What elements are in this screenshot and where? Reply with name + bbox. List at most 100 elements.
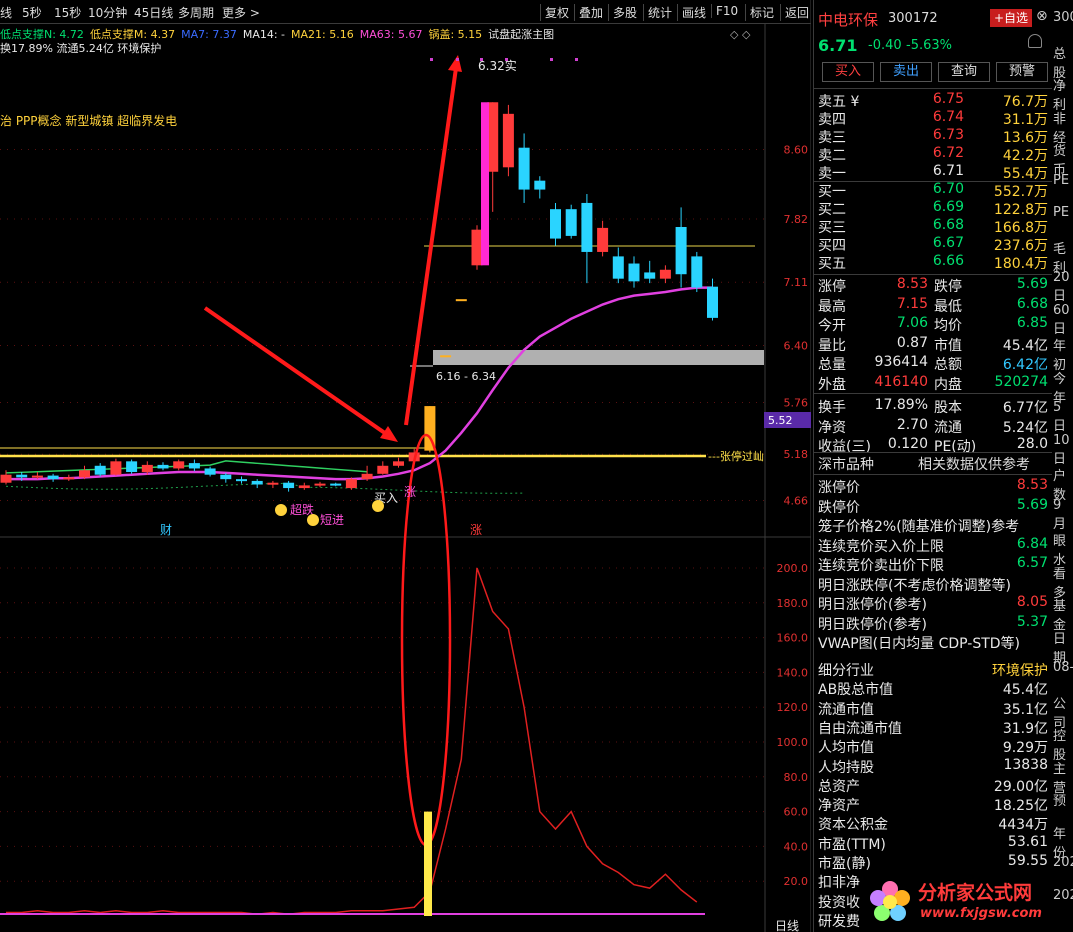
orderbook-volume: 552.7万 (993, 184, 1048, 200)
candle[interactable] (440, 355, 452, 358)
candle[interactable] (628, 263, 640, 282)
candle[interactable] (691, 256, 703, 288)
candle[interactable] (393, 461, 404, 466)
orderbook-price: 6.66 (932, 253, 964, 269)
candle[interactable] (659, 269, 671, 279)
orderbook-volume: 76.7万 (1002, 94, 1048, 110)
limit-row: 明日涨停价(参考) 8.05 (818, 594, 1048, 613)
stat-label: 换手 (818, 400, 846, 416)
fundamental-label: 市盈(静) (818, 856, 871, 872)
candle[interactable] (220, 474, 232, 480)
action-button[interactable]: 预警 (996, 62, 1048, 82)
side-panel-label: 08- (1053, 660, 1073, 675)
orderbook-price: 6.69 (932, 199, 964, 215)
candle[interactable] (16, 474, 28, 478)
candle[interactable] (361, 473, 373, 480)
stat-label: 外盘 (818, 376, 846, 393)
candle[interactable] (345, 479, 357, 489)
candle[interactable] (502, 113, 514, 168)
candle[interactable] (612, 256, 624, 279)
price-axis-label: 5.76 (784, 397, 809, 410)
orderbook-divider (814, 181, 1052, 182)
signal-dot (575, 58, 578, 61)
action-button[interactable]: 卖出 (880, 62, 932, 82)
add-watchlist-button[interactable]: +自选 (990, 9, 1032, 27)
price-axis-label: 6.40 (784, 340, 809, 353)
price-change-pct: -5.63% (906, 38, 952, 53)
candle[interactable] (550, 209, 561, 239)
fundamental-value: 4434万 (998, 817, 1048, 834)
candle[interactable] (79, 470, 90, 478)
candle[interactable] (63, 477, 75, 480)
orderbook-row: 卖四 6.74 31.1万 (818, 109, 1048, 128)
fundamental-row: 市盈(静) 59.55 (818, 853, 1048, 872)
candle[interactable] (110, 461, 122, 475)
candle[interactable] (251, 480, 263, 485)
limit-row: 笼子价格2%(随基准价调整)参考 (818, 516, 1048, 535)
candle[interactable] (126, 461, 138, 473)
candle[interactable] (455, 299, 467, 302)
action-button[interactable]: 查询 (938, 62, 990, 82)
stat-row: 换手 17.89% 股本 6.77亿 (818, 397, 1048, 416)
top-mark-label: 6.32实 (478, 58, 517, 73)
candle[interactable] (330, 483, 342, 486)
candle[interactable] (707, 286, 718, 318)
limit-value: 5.37 (1016, 613, 1048, 630)
orderbook-row: 卖一 6.71 55.4万 (818, 163, 1048, 182)
candle[interactable] (47, 475, 59, 480)
candle[interactable] (644, 272, 656, 279)
orderbook-level: 买一 (818, 184, 846, 200)
candle[interactable] (173, 461, 185, 469)
fundamental-value: 13838 (1003, 756, 1048, 773)
candle[interactable] (0, 474, 12, 483)
limit-label: 涨停价 (818, 480, 860, 496)
fundamental-value: 29.00亿 (993, 778, 1048, 795)
fundamental-value: 53.61 (1007, 833, 1048, 850)
candle[interactable] (283, 482, 295, 489)
candle[interactable] (377, 465, 389, 474)
stat-row: 总量 936414 总额 6.42亿 (818, 354, 1048, 373)
candle[interactable] (188, 463, 200, 469)
candle[interactable] (31, 475, 43, 478)
candle[interactable] (471, 229, 483, 266)
candle[interactable] (518, 147, 530, 190)
candle[interactable] (204, 468, 216, 475)
stat-label: 净资 (818, 419, 846, 436)
candle[interactable] (675, 226, 687, 275)
candle[interactable] (565, 209, 577, 236)
fundamental-row: 流通市值 35.1亿 (818, 699, 1048, 718)
price-axis-label: 5.18 (784, 448, 809, 461)
candle[interactable] (94, 465, 106, 475)
candle[interactable] (236, 479, 247, 482)
side-panel-label: 9月 (1053, 497, 1067, 532)
orderbook-level: 买五 (818, 256, 846, 272)
orderbook-volume: 166.8万 (993, 220, 1048, 236)
candle[interactable] (534, 180, 546, 190)
candle[interactable] (157, 464, 169, 469)
candle[interactable] (581, 202, 593, 252)
limit-value: 8.05 (1016, 594, 1048, 610)
short-entry-tag: 短进 (320, 513, 344, 527)
candle[interactable] (597, 227, 609, 252)
limit-value: 6.57 (1016, 555, 1048, 571)
limit-label: 连续竞价卖出价下限 (818, 558, 944, 574)
kline-chart[interactable]: 8.60 7.82 7.11 6.40 5.76 5.18 4.66 200.0 180.0 16… (0, 0, 811, 932)
arrow-head (380, 426, 398, 442)
candle[interactable] (298, 485, 310, 489)
close-icon[interactable]: ⊗ (1036, 8, 1048, 24)
volume-axis-label: 160.0 (777, 632, 809, 645)
stats-divider (814, 393, 1052, 394)
action-button[interactable]: 买入 (822, 62, 874, 82)
candle[interactable] (141, 464, 153, 473)
orderbook-price: 6.75 (932, 91, 964, 107)
bell-icon[interactable] (1028, 34, 1042, 48)
candle[interactable] (267, 482, 279, 485)
signal-dot (430, 58, 433, 61)
limit-value: 8.53 (1016, 477, 1048, 493)
orderbook-price: 6.70 (932, 181, 964, 197)
orderbook-row: 买五 6.66 180.4万 (818, 253, 1048, 272)
fundamental-value: 35.1亿 (1002, 701, 1048, 718)
fundamental-value: 9.29万 (1002, 740, 1048, 757)
limit-value: 6.84 (1016, 535, 1048, 552)
candle[interactable] (314, 483, 326, 486)
